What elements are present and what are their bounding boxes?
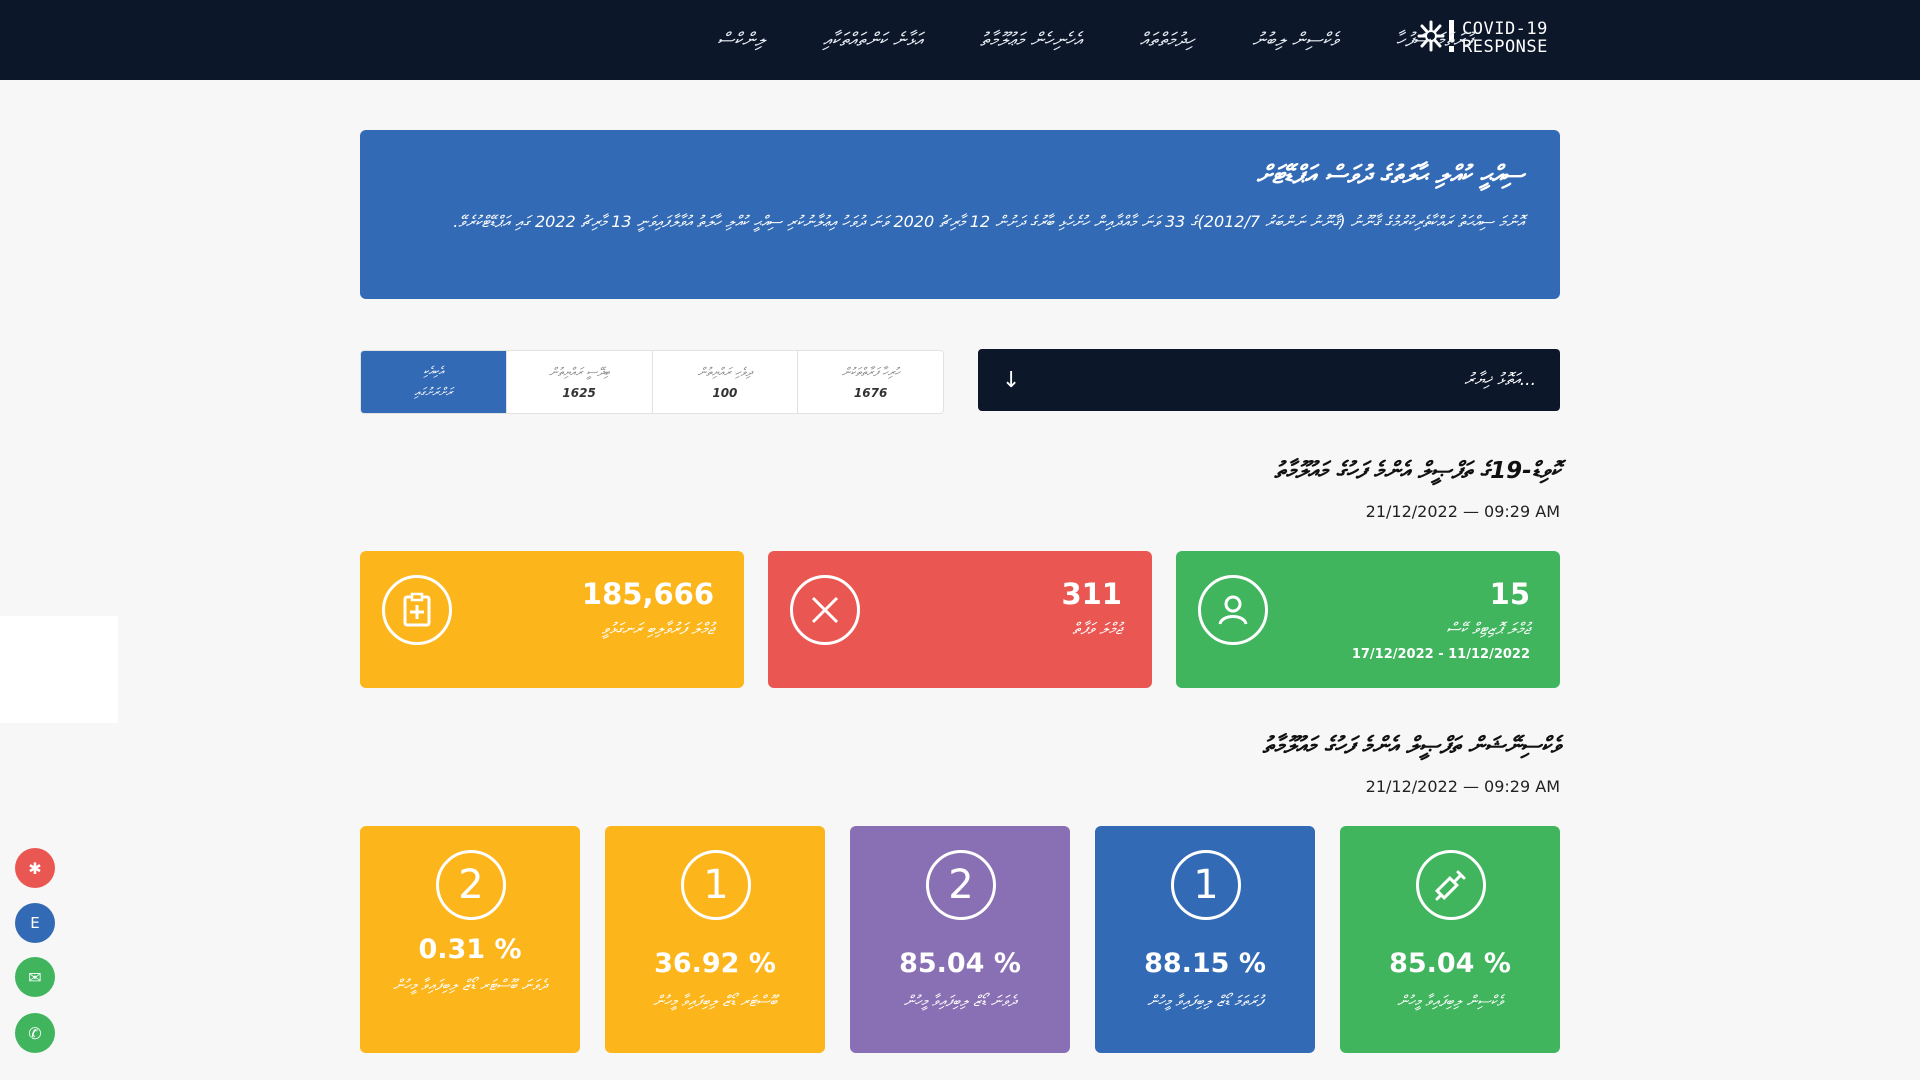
nav-item-services[interactable]: ހިދުމަތްތައް (1140, 29, 1195, 51)
syringe-icon (1416, 850, 1486, 920)
vaccine-card-first-dose: 1 88.15 % ފުރަތަމަ ޑޯޒް ލިބިފައިވާ މީހުނ… (1095, 826, 1315, 1053)
tab-label: އެކިއެކި (423, 364, 444, 378)
stat-label: ޖުމްލަ ޕޮޒިޓިވް ކޭސް (1446, 619, 1530, 638)
vaccine-label: ދެވަނަ ބޫސްޓަރ ޑޯޒް ލިބިފައިވާ މީހުން (392, 976, 547, 994)
island-select[interactable]: ↓ އަތޮޅު ޚިޔާރު... (978, 349, 1560, 411)
banner-title: ސިއްޙީ ކުއްލި ޙާލަތުގެ ދުވަސް އަޕްޑޭޓަށް (1256, 160, 1524, 189)
vaccine-section-title: ވެކްސިނޭޝަން ތަފްޞީލް އެންމެ ފަހުގެ މައު… (1262, 733, 1560, 759)
close-circle-icon (790, 575, 860, 645)
cases-updated-date: 21/12/2022 — 09:29 AM (1365, 502, 1560, 521)
vaccine-percent: 88.15 % (1144, 948, 1266, 979)
tab-label: ދިވެހި ރައްޔިތުން (697, 364, 753, 379)
stat-card-deaths: 311 ޖުމްލަ ވަފާތް (768, 551, 1152, 688)
stat-value: 311 (1061, 577, 1122, 611)
phone-icon[interactable]: ✆ (15, 1013, 55, 1053)
mail-icon[interactable]: ✉ (15, 957, 55, 997)
nav-item-home[interactable]: ފުރަތަމަ ސަފުހާ (1396, 29, 1472, 51)
vaccine-card-booster: 1 36.92 % ބޫސްޓަރ ޑޯޒް ލިބިފައިވާ މީހުން (605, 826, 825, 1053)
stat-value: 15 (1489, 577, 1530, 611)
side-panel (0, 616, 118, 723)
arrow-down-icon: ↓ (1002, 367, 1021, 393)
tab-value: 100 (712, 385, 738, 400)
vaccine-percent: 36.92 % (654, 948, 776, 979)
booster-2-icon: 2 (436, 850, 506, 920)
stat-value: 185,666 (581, 577, 714, 611)
nav-item-links[interactable]: ލިންކްސް (717, 29, 764, 51)
stat-date-range: 17/12/2022 - 11/12/2022 (1351, 647, 1530, 662)
announcement-banner: ސިއްޙީ ކުއްލި ޙާލަތުގެ ދުވަސް އަޕްޑޭޓަށް… (360, 130, 1560, 299)
vaccine-label: ބޫސްޓަރ ޑޯޒް ލިބިފައިވާ މީހުން (653, 992, 777, 1010)
dose-2-icon: 2 (926, 850, 996, 920)
vaccine-label: ދެވަނަ ޑޯޒް ލިބިފައިވާ މީހުން (903, 992, 1017, 1010)
nav-item-guidelines[interactable]: އަޅާނެ ކަންތައްތަކާއި (823, 29, 922, 51)
vaccine-percent: 0.31 % (418, 934, 522, 965)
person-icon (1198, 575, 1268, 645)
tab-label: ބިދޭސީ ރައްޔިތުން (548, 364, 610, 379)
stat-label: ޖުމްލަ ވަފާތް (1072, 619, 1122, 638)
booster-1-icon: 1 (681, 850, 751, 920)
nav-item-more-info[interactable]: އެހެނިހެން މަޢުލޫމާތު (980, 29, 1082, 51)
island-select-label: އަތޮޅު ޚިޔާރު... (1464, 370, 1536, 390)
stat-label: ޖުމްލަ ފަރުވާލިބި ރަނގަޅުވީ (601, 619, 714, 638)
vaccine-label: ފުރަތަމަ ޑޯޒް ލިބިފައިވާ މީހުން (1147, 992, 1263, 1010)
vaccine-label: ވެކްސިން ލިބިފައިވާ މީހުން (1397, 992, 1503, 1010)
virus-icon[interactable]: ✱ (15, 848, 55, 888)
nav-item-vaccinated[interactable]: ވެކްސިން ލިބުނު (1252, 29, 1338, 51)
stat-card-positive: 15 ޖުމްލަ ޕޮޒިޓިވް ކޭސް 17/12/2022 - 11/… (1176, 551, 1560, 688)
vaccine-updated-date: 21/12/2022 — 09:29 AM (1365, 777, 1560, 796)
stat-card-recovered: 185,666 ޖުމްލަ ފަރުވާލިބި ރަނގަޅުވީ (360, 551, 744, 688)
tab-foreigners[interactable]: ބިދޭސީ ރައްޔިތުން 1625 (505, 351, 652, 413)
tab-value: 1625 (562, 385, 596, 400)
dose-1-icon: 1 (1171, 850, 1241, 920)
vaccine-card-any-dose: 85.04 % ވެކްސިން ލިބިފައިވާ މީހުން (1340, 826, 1560, 1053)
tab-label-2: ރަށްރަށުގައި (414, 385, 453, 399)
tab-value: 1676 (853, 385, 888, 400)
brand-line-2: RESPONSE (1462, 37, 1548, 57)
tab-all[interactable]: ހުރިހާ ފަރާތްތަކުން 1676 (797, 351, 943, 413)
vaccine-percent: 85.04 % (1389, 948, 1511, 979)
vaccine-card-second-dose: 2 85.04 % ދެވަނަ ޑޯޒް ލިބިފައިވާ މީހުން (850, 826, 1070, 1053)
vaccine-card-second-booster: 2 0.31 % ދެވަނަ ބޫސްޓަރ ޑޯޒް ލިބިފައިވާ … (360, 826, 580, 1053)
main-nav: ފުރަތަމަ ސަފުހާ ވެކްސިން ލިބުނު ހިދުމަތް… (717, 0, 1472, 80)
banner-text: އޮނުމަ ސިއްޙަތު ރައްކާތެރިކުރުމުގެ ޤާނޫނ… (453, 212, 1524, 231)
tab-islands[interactable]: އެކިއެކި ރަށްރަށުގައި (361, 351, 506, 413)
tab-label: ހުރިހާ ފަރާތްތަކުން (841, 364, 900, 379)
language-e-icon[interactable]: E (15, 903, 55, 943)
brand-text: COVID-19 RESPONSE (1462, 20, 1548, 56)
vaccine-percent: 85.04 % (899, 948, 1021, 979)
top-navbar: COVID-19 RESPONSE ފުރަތަމަ ސަފުހާ ވެކްސި… (0, 0, 1920, 80)
clipboard-plus-icon (382, 575, 452, 645)
brand-line-1: COVID-19 (1462, 19, 1548, 39)
population-tabs: ހުރިހާ ފަރާތްތަކުން 1676 ދިވެހި ރައްޔިތު… (360, 350, 944, 414)
tab-locals[interactable]: ދިވެހި ރައްޔިތުން 100 (651, 351, 798, 413)
cases-section-title: ކޮވިޑް-19ގެ ތަފްޞީލް އެންމެ ފަހުގެ މައުލ… (1274, 458, 1560, 484)
